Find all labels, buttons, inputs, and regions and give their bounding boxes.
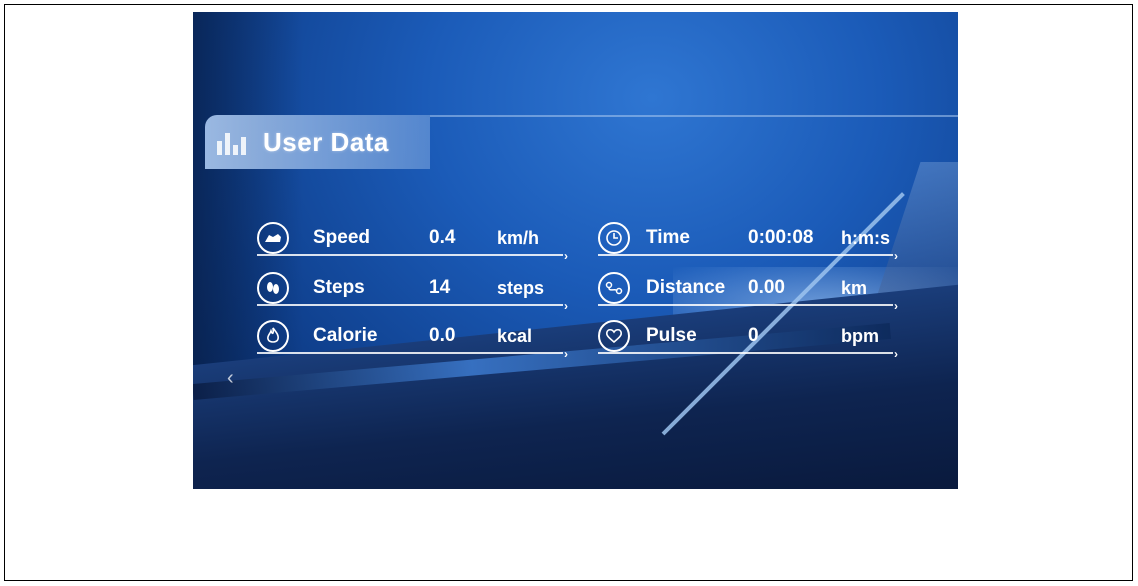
steps-footprint-icon <box>257 272 289 304</box>
metric-row-steps: Steps 14 steps › <box>257 270 568 313</box>
metric-label-speed: Speed <box>313 227 371 248</box>
metric-row-speed: Speed 0.4 km/h › <box>257 220 568 263</box>
metric-row-calorie: Calorie 0.0 kcal › <box>257 318 568 361</box>
metric-label-time: Time <box>646 227 691 248</box>
chevron-right-icon: › <box>564 347 568 361</box>
metric-row-distance: Distance 0.00 km › <box>598 270 898 313</box>
metric-label-calorie: Calorie <box>313 325 378 346</box>
metric-unit-calorie: kcal <box>497 325 533 346</box>
row-underline <box>598 304 893 306</box>
metric-value-time: 0:00:08 <box>748 227 814 248</box>
metric-unit-steps: steps <box>497 277 545 298</box>
metric-unit-time: h:m:s <box>841 227 890 248</box>
back-chevron-icon[interactable]: ‹ <box>227 367 234 390</box>
metric-unit-pulse: bpm <box>841 325 879 346</box>
calorie-flame-icon <box>257 320 289 352</box>
chevron-right-icon: › <box>894 249 898 263</box>
metric-value-distance: 0.00 <box>748 277 785 298</box>
clock-icon <box>598 222 630 254</box>
metric-value-steps: 14 <box>429 277 451 298</box>
row-underline <box>257 254 563 256</box>
metric-value-speed: 0.4 <box>429 227 456 248</box>
header-divider <box>430 115 958 117</box>
page-title: User Data <box>263 126 389 157</box>
metric-label-pulse: Pulse <box>646 325 697 346</box>
metric-row-pulse: Pulse 0 bpm › <box>598 318 898 361</box>
user-data-header: User Data <box>205 115 430 169</box>
heart-pulse-icon <box>598 320 630 352</box>
row-underline <box>257 352 563 354</box>
metric-label-distance: Distance <box>646 277 726 298</box>
metric-unit-distance: km <box>841 277 868 298</box>
chevron-right-icon: › <box>564 249 568 263</box>
metric-row-time: Time 0:00:08 h:m:s › <box>598 220 898 263</box>
metric-value-pulse: 0 <box>748 325 759 346</box>
metric-label-steps: Steps <box>313 277 365 298</box>
metric-unit-speed: km/h <box>497 227 540 248</box>
chevron-right-icon: › <box>564 299 568 313</box>
chevron-right-icon: › <box>894 299 898 313</box>
metric-value-calorie: 0.0 <box>429 325 456 346</box>
row-underline <box>257 304 563 306</box>
treadmill-display: User Data Speed 0.4 km/h › Steps 14 step… <box>193 12 958 489</box>
bar-chart-icon <box>217 129 251 155</box>
row-underline <box>598 254 893 256</box>
speed-shoe-icon <box>257 222 289 254</box>
distance-route-icon <box>598 272 630 304</box>
chevron-right-icon: › <box>894 347 898 361</box>
row-underline <box>598 352 893 354</box>
